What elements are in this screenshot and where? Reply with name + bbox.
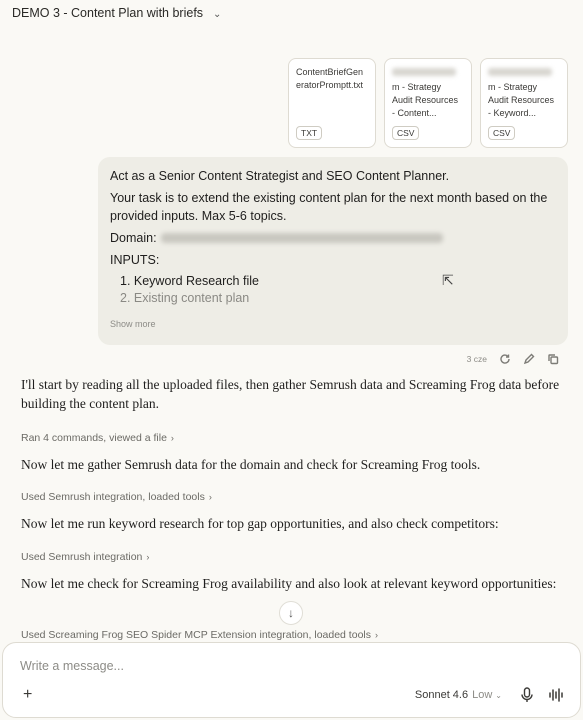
attachment-name-line: - Keyword... xyxy=(488,108,537,118)
chevron-right-icon: › xyxy=(170,433,174,443)
blurred-domain xyxy=(160,233,443,243)
chevron-right-icon: › xyxy=(375,630,378,640)
conversation-title[interactable]: DEMO 3 - Content Plan with briefs ⌄ xyxy=(12,6,221,20)
show-more-button[interactable]: Show more xyxy=(110,319,156,329)
tool-use-summary[interactable]: Ran 4 commands, viewed a file › xyxy=(21,432,174,444)
assistant-message: Now let me gather Semrush data for the d… xyxy=(21,457,481,472)
tool-use-label: Ran 4 commands, viewed a file xyxy=(21,432,167,444)
message-timestamp: 3 cze xyxy=(466,354,487,364)
attachment-card[interactable]: ContentBriefGeneratorPromptt.txt TXT xyxy=(288,58,376,148)
tool-use-label: Used Semrush integration xyxy=(21,551,143,563)
inputs-list: 1. Keyword Research file 2. Existing con… xyxy=(110,273,556,307)
message-composer: Write a message... + Sonnet 4.6 Low ⌄ xyxy=(2,642,581,718)
mouse-cursor-icon: ⇱ xyxy=(442,272,454,288)
blurred-filename xyxy=(488,68,552,76)
message-actions: 3 cze xyxy=(467,353,559,365)
attachment-name: ContentBriefGeneratorPromptt.txt xyxy=(296,67,364,90)
model-name: Sonnet 4.6 xyxy=(414,689,469,701)
inputs-label: INPUTS: xyxy=(110,253,160,267)
domain-label: Domain: xyxy=(110,231,157,245)
list-item: 1. Keyword Research file xyxy=(120,274,259,288)
attachments: ContentBriefGeneratorPromptt.txt TXT m -… xyxy=(288,58,568,148)
microphone-icon[interactable] xyxy=(520,687,534,703)
attachment-name-line: - Content... xyxy=(392,108,437,118)
tool-use-label: Used Screaming Frog SEO Spider MCP Exten… xyxy=(21,629,371,641)
attachment-card[interactable]: m - Strategy Audit Resources - Content..… xyxy=(384,58,472,148)
attachment-name-line: Audit Resources xyxy=(392,95,459,105)
copy-icon[interactable] xyxy=(547,353,559,365)
user-message-line: Your task is to extend the existing cont… xyxy=(110,191,548,223)
edit-icon[interactable] xyxy=(523,353,535,365)
tool-use-label: Used Semrush integration, loaded tools xyxy=(21,491,205,503)
domain-row: Domain: xyxy=(110,229,556,247)
plus-icon: + xyxy=(23,686,33,703)
retry-icon[interactable] xyxy=(499,353,511,365)
blurred-filename xyxy=(392,68,456,76)
chevron-right-icon: › xyxy=(208,492,212,502)
voice-mode-icon[interactable] xyxy=(548,687,564,703)
scroll-to-bottom-button[interactable]: ↓ xyxy=(279,601,303,625)
model-selector[interactable]: Sonnet 4.6 Low ⌄ xyxy=(415,689,502,701)
file-type-badge: CSV xyxy=(488,126,516,140)
tool-use-summary[interactable]: Used Semrush integration › xyxy=(21,551,149,563)
attachment-name-line: Audit Resources xyxy=(488,95,555,105)
arrow-down-icon: ↓ xyxy=(288,606,294,620)
add-attachment-button[interactable]: + xyxy=(23,686,32,704)
file-type-badge: TXT xyxy=(296,126,323,140)
user-message: Act as a Senior Content Strategist and S… xyxy=(98,157,568,345)
message-input[interactable]: Write a message... xyxy=(20,659,124,673)
chevron-down-icon: ⌄ xyxy=(213,8,222,20)
attachment-name-line: m - Strategy xyxy=(392,82,442,92)
file-type-badge: CSV xyxy=(392,126,420,140)
list-item: 2. Existing content plan xyxy=(120,291,250,305)
tool-use-summary[interactable]: Used Semrush integration, loaded tools › xyxy=(21,491,212,503)
attachment-card[interactable]: m - Strategy Audit Resources - Keyword..… xyxy=(480,58,568,148)
chevron-right-icon: › xyxy=(146,552,150,562)
conversation-title-text: DEMO 3 - Content Plan with briefs xyxy=(12,6,204,20)
attachment-name-line: m - Strategy xyxy=(488,82,538,92)
effort-level: Low xyxy=(472,689,493,701)
user-message-line: Act as a Senior Content Strategist and S… xyxy=(110,169,450,183)
chevron-down-icon: ⌄ xyxy=(495,691,502,700)
tool-use-summary[interactable]: Used Screaming Frog SEO Spider MCP Exten… xyxy=(21,629,378,641)
assistant-message: I'll start by reading all the uploaded f… xyxy=(21,377,560,411)
assistant-message: Now let me run keyword research for top … xyxy=(21,516,499,531)
assistant-message: Now let me check for Screaming Frog avai… xyxy=(21,576,557,591)
